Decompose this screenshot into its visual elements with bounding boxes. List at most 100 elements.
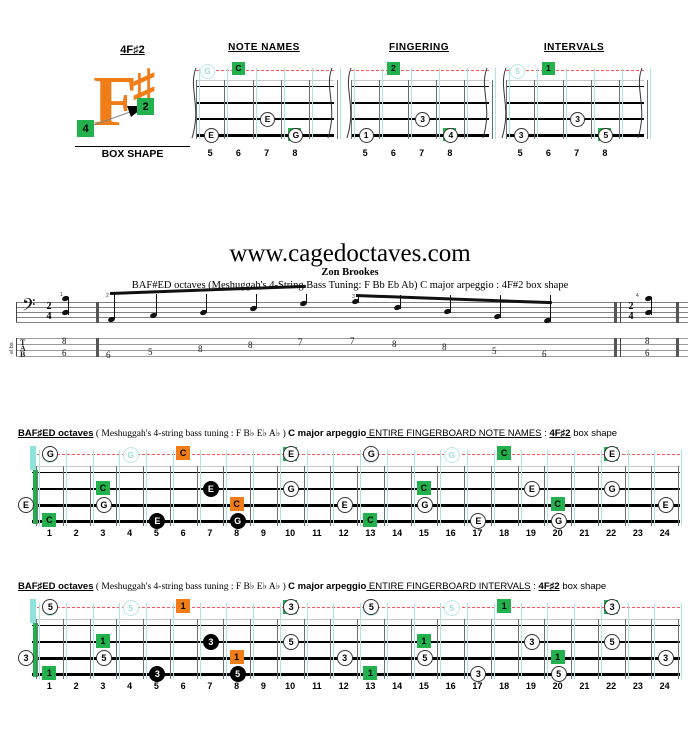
fret-wire (490, 619, 492, 679)
fret-wire (678, 466, 679, 526)
fret-wire (651, 466, 653, 526)
fret-wire (330, 619, 332, 679)
mini-fretboard: GECEGC5678 (188, 62, 342, 158)
fret-number: 1 (46, 528, 52, 538)
fret-marker: E (657, 497, 674, 513)
fret-number: 23 (632, 528, 643, 538)
fret-number: 15 (418, 681, 429, 691)
heading-plain-6: box shape (570, 428, 618, 439)
tab-number: 8 (392, 339, 397, 350)
heading-plain-6: box shape (559, 581, 607, 592)
fret-guide (65, 603, 67, 679)
string-line (32, 641, 680, 643)
mini-fretboard: 341425678 (343, 62, 497, 158)
section-note-names: BAF♯ED octaves ( Meshuggah's 4-string ba… (18, 428, 682, 542)
fret-marker: C (42, 513, 57, 527)
fret-guide (333, 603, 335, 679)
fret-guide (312, 68, 314, 139)
tab-number: 7 (350, 336, 355, 346)
time-signature-top: 2 (46, 301, 52, 312)
fret-marker: E (336, 497, 353, 513)
fret-guide (627, 450, 629, 526)
tab-line (16, 350, 688, 351)
fret-wire (89, 619, 91, 679)
fret-wire (410, 466, 412, 526)
fret-guide (520, 603, 522, 679)
fret-guide (306, 450, 308, 526)
fret-wire (143, 466, 144, 526)
fretboard-edge (32, 619, 680, 620)
heading-bold-3: C major arpeggio (288, 581, 367, 592)
fret-marker: 3 (523, 634, 540, 650)
tab-number: 8 (198, 343, 203, 354)
ghost-note-marker: 5 (122, 600, 139, 616)
tab-number: 8 (62, 336, 67, 346)
fret-marker: G (95, 497, 112, 513)
fret-number: 5 (153, 681, 159, 691)
measure-number: 1 (60, 292, 63, 298)
fret-marker: C (95, 481, 110, 495)
music-notation: 𝄢 2 4 T A Bel.bs. 1 8 6 2 6 5 8 8 7 3 7 8 8 5 6 2 4 4 8 6 (0, 284, 700, 367)
fret-number: 21 (579, 528, 590, 538)
fret-wire (143, 619, 144, 679)
fret-guide (199, 603, 201, 679)
fret-guide (146, 450, 147, 526)
fret-wire (624, 466, 626, 526)
fret-wire (62, 619, 64, 679)
fret-wire (562, 80, 564, 139)
tab-number: 8 (248, 340, 253, 351)
fret-marker: C (231, 62, 245, 75)
fret-marker: 3 (470, 666, 487, 682)
fret-guide (172, 450, 174, 526)
staff-line (16, 322, 688, 323)
fret-number: 22 (606, 528, 617, 538)
fret-number: 8 (292, 148, 298, 158)
fret-marker: 3 (657, 650, 674, 666)
fret-marker: 1 (176, 599, 191, 613)
fret-marker: G (604, 481, 621, 497)
fret-guide (92, 603, 94, 679)
fret-guide (520, 450, 522, 526)
fret-wire (379, 80, 381, 139)
fretboard-edge (506, 80, 644, 81)
fret-marker: 5 (229, 666, 246, 682)
fret-guide (493, 450, 495, 526)
note-stem (651, 297, 652, 315)
fret-guide (283, 68, 285, 139)
bass-clef-icon: 𝄢 (22, 295, 36, 319)
note-stem (306, 294, 307, 303)
fret-guide (681, 603, 682, 679)
fret-guide (279, 450, 281, 526)
fret-marker: 3 (604, 599, 621, 615)
fret-wire (464, 80, 466, 139)
ghost-note-marker: G (122, 447, 139, 463)
fret-number: 7 (207, 528, 213, 538)
fret-wire (280, 80, 282, 139)
fret-marker: 1 (416, 634, 431, 648)
fret-wire (224, 80, 226, 139)
fret-number: 14 (392, 681, 403, 691)
fretboard-break-icon (191, 67, 197, 139)
fret-number: 19 (525, 528, 536, 538)
string-line (32, 472, 680, 474)
page-subtitle: BAF#ED octaves (Meshuggah's 4-String Bas… (131, 280, 569, 291)
fret-number: 22 (606, 681, 617, 691)
heading-bold-2: ED octaves (42, 581, 94, 592)
heading-plain-2: E (254, 582, 263, 592)
note-stem (400, 295, 401, 309)
string-line (506, 86, 644, 87)
full-fretboard: EEGEGCECGGCECEGGCECECGGCECEGGCE123456789… (18, 446, 682, 542)
ghost-note-marker: 5 (510, 64, 525, 79)
fret-marker: C (416, 481, 431, 495)
fretboard-break-icon (501, 67, 507, 139)
fret-guide (39, 450, 40, 526)
fret-number: 20 (552, 681, 563, 691)
fret-marker: E (283, 446, 300, 462)
box-shape-title: 4F♯2 (75, 44, 190, 56)
tab-number: 6 (62, 348, 67, 358)
fret-guide (593, 68, 595, 139)
fret-number: 7 (574, 148, 580, 158)
fret-number: 8 (234, 528, 240, 538)
fret-wire (223, 619, 225, 679)
fret-number: 10 (285, 681, 296, 691)
